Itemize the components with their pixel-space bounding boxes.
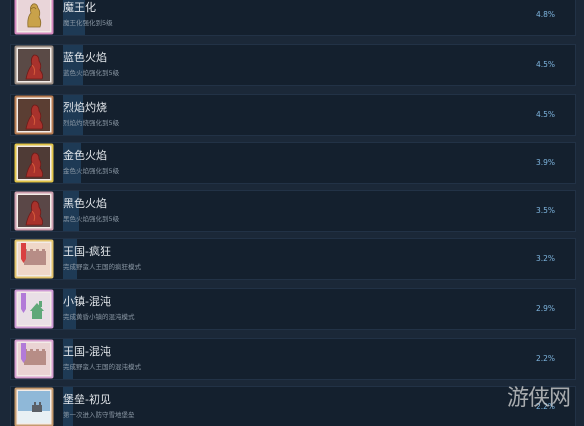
achievement-description: 烈焰灼烧强化到5级 <box>63 119 120 127</box>
achievement-description: 金色火焰强化到5级 <box>63 167 120 175</box>
achievement-row[interactable]: 蓝色火焰蓝色火焰强化到5级 4.5% <box>10 44 576 86</box>
achievement-progress-bar <box>63 191 575 231</box>
achievement-row[interactable]: 金色火焰金色火焰强化到5级 3.9% <box>10 142 576 184</box>
achievement-title: 魔王化 <box>63 1 96 14</box>
achievement-list: 魔王化 魔王化强化到5级 4.8% 蓝色火焰 蓝色火焰强化到5级 4.5% 烈焰灼烧 烈焰… <box>0 0 584 426</box>
town-chaos-icon <box>14 289 54 329</box>
achievement-title: 堡垒-初见 <box>63 393 111 406</box>
achievement-description: 完成黄昏小镇的混沌模式 <box>63 313 135 321</box>
achievement-description: 蓝色火焰强化到5级 <box>63 69 120 77</box>
achievement-progress-bar <box>63 143 575 183</box>
black-flame-demon-icon <box>14 191 54 231</box>
achievement-row[interactable]: 烈焰灼烧烈焰灼烧强化到5级 4.5% <box>10 94 576 136</box>
kingdom-chaos-icon <box>14 339 54 379</box>
achievement-unlock-percent: 4.8% <box>535 10 555 19</box>
achievement-progress-bar <box>63 289 575 329</box>
achievement-title: 小镇-混沌 <box>63 295 111 308</box>
achievement-progress-bar <box>63 339 575 379</box>
gold-flame-demon-icon <box>14 143 54 183</box>
achievement-unlock-percent: 3.5% <box>535 206 555 215</box>
achievement-row[interactable]: 小镇-混沌完成黄昏小镇的混沌模式 2.9% <box>10 288 576 330</box>
achievement-row[interactable]: 堡垒-初见 第一次进入防守雪地堡垒 2.2% <box>10 386 576 426</box>
scorching-flame-demon-icon <box>14 95 54 135</box>
blue-flame-demon-icon <box>14 45 54 85</box>
achievement-unlock-percent: 2.2% <box>535 354 555 363</box>
achievement-progress-bar <box>63 95 575 135</box>
achievement-description: 完成野蛮人王国的混沌模式 <box>63 363 141 371</box>
achievement-progress-bar <box>63 45 575 85</box>
achievement-title: 蓝色火焰 <box>63 51 107 64</box>
achievement-description: 黑色火焰强化到5级 <box>63 215 120 223</box>
watermark-logo: 游侠网 <box>507 386 571 411</box>
achievement-row[interactable]: 魔王化魔王化强化到5级 4.8% <box>10 0 576 36</box>
achievement-row[interactable]: 王国-混沌完成野蛮人王国的混沌模式 2.2% <box>10 338 576 380</box>
achievement-title: 金色火焰 <box>63 149 107 162</box>
achievement-unlock-percent: 2.9% <box>535 304 555 313</box>
gold-demon-statue-icon <box>14 0 54 35</box>
achievement-description: 魔王化强化到5级 <box>63 19 113 27</box>
achievement-unlock-percent: 3.2% <box>535 254 555 263</box>
achievement-unlock-percent: 4.5% <box>535 60 555 69</box>
achievement-unlock-percent: 3.9% <box>535 158 555 167</box>
achievement-progress-bar <box>63 239 575 279</box>
achievement-row[interactable]: 王国-疯狂完成野蛮人王国的疯狂模式 3.2% <box>10 238 576 280</box>
achievement-description: 完成野蛮人王国的疯狂模式 <box>63 263 141 271</box>
kingdom-insane-icon <box>14 239 54 279</box>
achievement-row[interactable]: 黑色火焰黑色火焰强化到5级 3.5% <box>10 190 576 232</box>
fortress-first-look-icon <box>14 387 54 426</box>
achievement-progress-bar <box>63 0 575 35</box>
achievement-description: 第一次进入防守雪地堡垒 <box>63 411 135 419</box>
achievement-title: 黑色火焰 <box>63 197 107 210</box>
achievement-title: 王国-疯狂 <box>63 245 111 258</box>
achievement-progress-bar <box>63 387 575 426</box>
achievement-unlock-percent: 4.5% <box>535 110 555 119</box>
achievement-title: 烈焰灼烧 <box>63 101 107 114</box>
achievement-title: 王国-混沌 <box>63 345 111 358</box>
